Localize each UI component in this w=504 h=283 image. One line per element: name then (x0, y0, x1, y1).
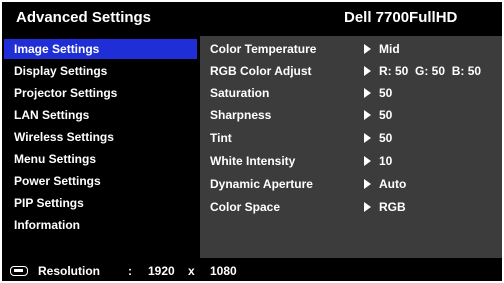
settings-menu: Image Settings Display Settings Projecto… (4, 36, 197, 258)
dynamic-aperture-label: Dynamic Aperture (210, 177, 313, 191)
white-intensity-value[interactable]: 10 (364, 154, 392, 168)
color-temperature-text: Mid (379, 42, 400, 56)
tint-text: 50 (379, 131, 393, 145)
color-temperature-value[interactable]: Mid (364, 42, 400, 56)
resolution-separator: : (128, 264, 132, 278)
arrow-right-icon (364, 66, 371, 76)
rgb-color-adjust-value[interactable]: R: 50 G: 50 B: 50 (364, 64, 481, 78)
tint-value[interactable]: 50 (364, 131, 392, 145)
dynamic-aperture-value[interactable]: Auto (364, 177, 406, 191)
arrow-right-icon (364, 133, 371, 143)
resolution-times: x (188, 264, 195, 278)
arrow-right-icon (364, 202, 371, 212)
menu-item-power-settings[interactable]: Power Settings (4, 171, 197, 191)
saturation-value[interactable]: 50 (364, 86, 392, 100)
tint-label: Tint (210, 131, 232, 145)
input-connector-icon (10, 266, 28, 276)
dynamic-aperture-text: Auto (379, 177, 407, 191)
arrow-right-icon (364, 110, 371, 120)
color-temperature-label: Color Temperature (210, 42, 317, 56)
menu-item-image-settings[interactable]: Image Settings (4, 39, 197, 59)
menu-item-display-settings[interactable]: Display Settings (4, 61, 197, 81)
rgb-color-adjust-label: RGB Color Adjust (210, 64, 312, 78)
sharpness-value[interactable]: 50 (364, 108, 392, 122)
arrow-right-icon (364, 88, 371, 98)
color-space-value[interactable]: RGB (364, 200, 406, 214)
saturation-text: 50 (379, 86, 393, 100)
resolution-height: 1080 (210, 264, 237, 278)
sharpness-text: 50 (379, 108, 393, 122)
resolution-label: Resolution (38, 264, 100, 278)
rgb-color-adjust-text: R: 50 G: 50 B: 50 (379, 64, 482, 78)
menu-item-projector-settings[interactable]: Projector Settings (4, 83, 197, 103)
projector-model: Dell 7700FullHD (344, 9, 458, 26)
menu-item-pip-settings[interactable]: PIP Settings (4, 193, 197, 213)
color-space-text: RGB (379, 200, 406, 214)
resolution-width: 1920 (148, 264, 175, 278)
menu-item-lan-settings[interactable]: LAN Settings (4, 105, 197, 125)
sharpness-label: Sharpness (210, 108, 272, 122)
color-space-label: Color Space (210, 200, 281, 214)
status-bar: Resolution : 1920 x 1080 (2, 260, 502, 281)
menu-item-information[interactable]: Information (4, 215, 197, 235)
arrow-right-icon (364, 179, 371, 189)
osd-window: Advanced Settings Dell 7700FullHD Image … (2, 2, 502, 281)
white-intensity-text: 10 (379, 154, 393, 168)
arrow-right-icon (364, 44, 371, 54)
menu-title: Advanced Settings (16, 9, 152, 26)
arrow-right-icon (364, 156, 371, 166)
saturation-label: Saturation (210, 86, 270, 100)
header: Advanced Settings Dell 7700FullHD (2, 2, 502, 32)
image-settings-panel: Color Temperature Mid RGB Color Adjust R… (200, 36, 502, 258)
white-intensity-label: White Intensity (210, 154, 296, 168)
menu-item-wireless-settings[interactable]: Wireless Settings (4, 127, 197, 147)
menu-item-menu-settings[interactable]: Menu Settings (4, 149, 197, 169)
